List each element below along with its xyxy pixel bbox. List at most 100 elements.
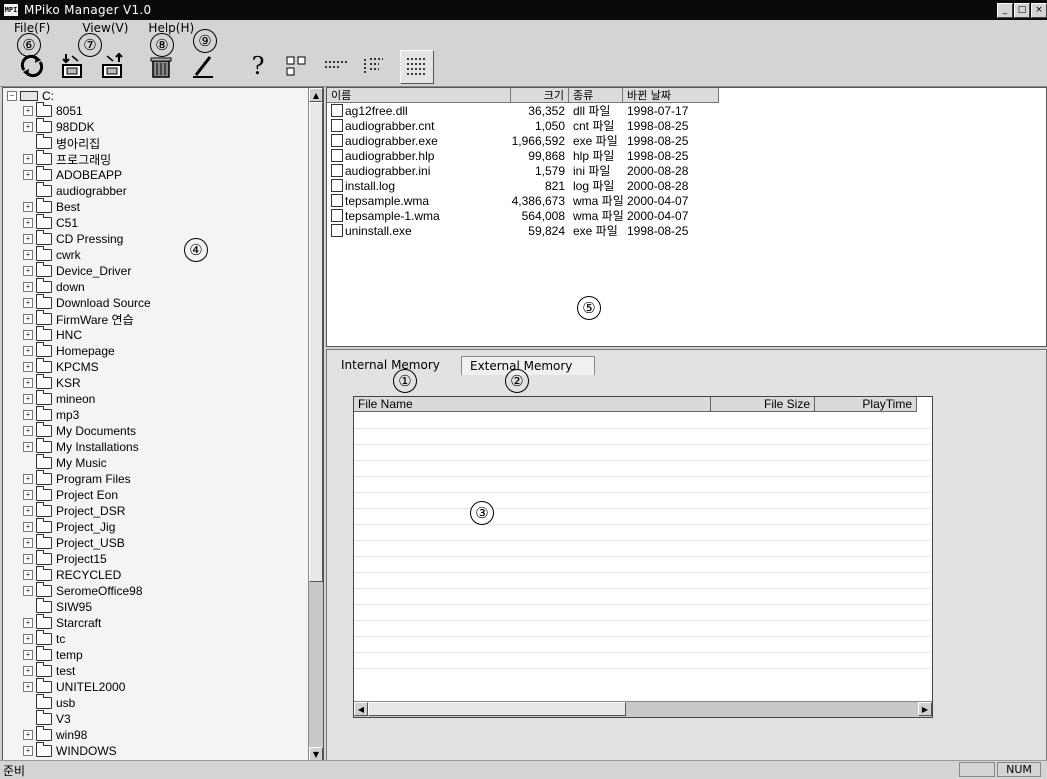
- tree-item[interactable]: + cwrk: [23, 246, 81, 263]
- column-name[interactable]: 이름: [327, 88, 511, 103]
- expand-icon[interactable]: +: [23, 650, 33, 660]
- tree-item[interactable]: + My Documents: [23, 422, 136, 439]
- expand-icon[interactable]: +: [23, 346, 33, 356]
- file-row[interactable]: tepsample.wma 4,386,673 wma 파일 2000-04-07: [327, 194, 747, 209]
- tree-item[interactable]: + SeromeOffice98: [23, 582, 143, 599]
- expand-icon[interactable]: +: [23, 746, 33, 756]
- tree-item[interactable]: + down: [23, 278, 85, 295]
- scroll-left-arrow-icon[interactable]: ◀: [354, 702, 368, 716]
- expand-icon[interactable]: +: [23, 490, 33, 500]
- tree-item[interactable]: + 프로그래밍: [23, 150, 111, 167]
- tree-item[interactable]: My Music: [23, 454, 107, 471]
- expand-icon[interactable]: +: [23, 298, 33, 308]
- tree-item[interactable]: + tc: [23, 630, 65, 647]
- file-row[interactable]: audiograbber.ini 1,579 ini 파일 2000-08-28: [327, 164, 747, 179]
- folder-tree[interactable]: − C: +8051 +98DDK 병아리집 + 프로그래밍 + ADOBEAPP audiogr…: [2, 87, 324, 762]
- expand-icon[interactable]: +: [23, 330, 33, 340]
- view-list-button[interactable]: [358, 50, 390, 82]
- column-type[interactable]: 종류: [569, 88, 623, 103]
- tree-item[interactable]: + KSR: [23, 374, 81, 391]
- expand-icon[interactable]: +: [23, 170, 33, 180]
- expand-icon[interactable]: +: [23, 250, 33, 260]
- collapse-icon[interactable]: −: [7, 91, 17, 101]
- expand-icon[interactable]: +: [23, 234, 33, 244]
- edit-button[interactable]: [187, 50, 219, 82]
- expand-icon[interactable]: +: [23, 218, 33, 228]
- view-small-icons-button[interactable]: [320, 50, 352, 82]
- minimize-button[interactable]: _: [997, 3, 1013, 18]
- expand-icon[interactable]: +: [23, 154, 33, 164]
- file-list[interactable]: 이름 크기 종류 바뀐 날짜 ag12free.dll 36,352 dll 파일 1…: [326, 87, 1047, 347]
- expand-icon[interactable]: +: [23, 362, 33, 372]
- tree-item[interactable]: + HNC: [23, 326, 82, 343]
- tree-item[interactable]: + mineon: [23, 390, 95, 407]
- tree-item[interactable]: usb: [23, 694, 75, 711]
- expand-icon[interactable]: +: [23, 266, 33, 276]
- memory-file-grid[interactable]: File Name File Size PlayTime ◀ ▶ ③: [353, 396, 933, 718]
- expand-icon[interactable]: +: [23, 554, 33, 564]
- expand-icon[interactable]: +: [23, 682, 33, 692]
- tree-item[interactable]: audiograbber: [23, 182, 127, 199]
- expand-icon[interactable]: +: [23, 586, 33, 596]
- file-row[interactable]: install.log 821 log 파일 2000-08-28: [327, 179, 747, 194]
- tree-item[interactable]: + Download Source: [23, 294, 151, 311]
- tree-item[interactable]: + Device_Driver: [23, 262, 131, 279]
- tree-item[interactable]: +8051: [23, 102, 83, 119]
- grid-column-file-size[interactable]: File Size: [711, 397, 815, 412]
- tree-item[interactable]: + mp3: [23, 406, 79, 423]
- expand-icon[interactable]: +: [23, 506, 33, 516]
- scroll-right-arrow-icon[interactable]: ▶: [918, 702, 932, 716]
- tree-item[interactable]: 병아리집: [23, 134, 100, 151]
- file-row[interactable]: uninstall.exe 59,824 exe 파일 1998-08-25: [327, 224, 747, 239]
- tree-item[interactable]: + CD Pressing: [23, 230, 123, 247]
- scroll-down-arrow-icon[interactable]: ▼: [309, 747, 323, 761]
- tree-item[interactable]: + WINDOWS: [23, 742, 117, 759]
- expand-icon[interactable]: +: [23, 378, 33, 388]
- expand-icon[interactable]: +: [23, 282, 33, 292]
- maximize-button[interactable]: □: [1014, 3, 1030, 18]
- grid-column-file-name[interactable]: File Name: [354, 397, 711, 412]
- expand-icon[interactable]: +: [23, 442, 33, 452]
- tree-item[interactable]: + Starcraft: [23, 614, 101, 631]
- file-row[interactable]: tepsample-1.wma 564,008 wma 파일 2000-04-07: [327, 209, 747, 224]
- tree-item[interactable]: + UNITEL2000: [23, 678, 125, 695]
- expand-icon[interactable]: +: [23, 122, 33, 132]
- grid-column-playtime[interactable]: PlayTime: [815, 397, 917, 412]
- tree-item[interactable]: + Project_USB: [23, 534, 125, 551]
- expand-icon[interactable]: +: [23, 426, 33, 436]
- tree-item[interactable]: + KPCMS: [23, 358, 99, 375]
- help-button[interactable]: ?: [242, 50, 274, 82]
- tree-item[interactable]: + win98: [23, 726, 87, 743]
- tree-item[interactable]: + C51: [23, 214, 78, 231]
- tree-item[interactable]: + ADOBEAPP: [23, 166, 122, 183]
- column-date[interactable]: 바뀐 날짜: [623, 88, 719, 103]
- tree-item[interactable]: + Project_DSR: [23, 502, 125, 519]
- expand-icon[interactable]: +: [23, 410, 33, 420]
- tree-item[interactable]: + Project Eon: [23, 486, 118, 503]
- expand-icon[interactable]: +: [23, 202, 33, 212]
- view-large-icons-button[interactable]: [281, 50, 313, 82]
- tree-item[interactable]: + Program Files: [23, 470, 131, 487]
- view-details-button[interactable]: [400, 50, 434, 84]
- tree-item[interactable]: + Homepage: [23, 342, 115, 359]
- expand-icon[interactable]: +: [23, 394, 33, 404]
- tree-scrollbar[interactable]: ▲ ▼: [308, 88, 323, 761]
- tree-root[interactable]: − C:: [7, 88, 54, 104]
- tab-internal-memory[interactable]: Internal Memory: [333, 356, 448, 374]
- scroll-thumb[interactable]: [309, 102, 323, 582]
- tree-item[interactable]: + My Installations: [23, 438, 139, 455]
- file-row[interactable]: audiograbber.hlp 99,868 hlp 파일 1998-08-25: [327, 149, 747, 164]
- expand-icon[interactable]: +: [23, 730, 33, 740]
- tree-item[interactable]: V3: [23, 710, 71, 727]
- file-row[interactable]: ag12free.dll 36,352 dll 파일 1998-07-17: [327, 104, 747, 119]
- close-button[interactable]: ×: [1031, 3, 1047, 18]
- file-row[interactable]: audiograbber.cnt 1,050 cnt 파일 1998-08-25: [327, 119, 747, 134]
- expand-icon[interactable]: +: [23, 522, 33, 532]
- upload-button[interactable]: [97, 50, 129, 82]
- tree-item[interactable]: + test: [23, 662, 75, 679]
- expand-icon[interactable]: +: [23, 570, 33, 580]
- expand-icon[interactable]: +: [23, 314, 33, 324]
- expand-icon[interactable]: +: [23, 106, 33, 116]
- expand-icon[interactable]: +: [23, 538, 33, 548]
- tab-external-memory[interactable]: External Memory: [461, 356, 595, 375]
